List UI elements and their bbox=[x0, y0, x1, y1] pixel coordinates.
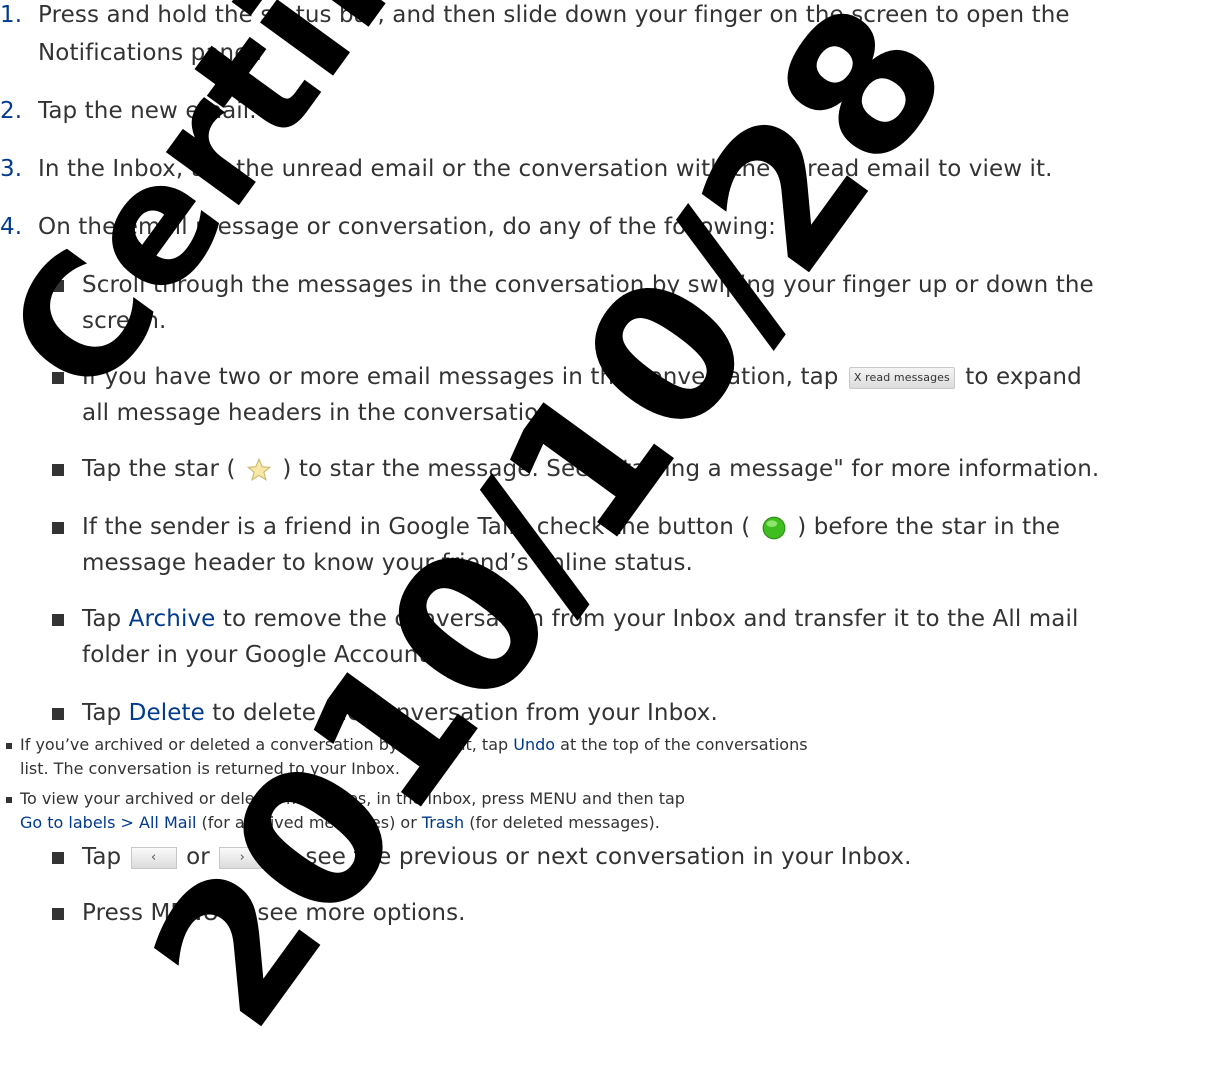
bullet-online-status-continuation: message header to know your friend’s onl… bbox=[82, 546, 693, 580]
bullet-icon bbox=[52, 907, 64, 920]
bullet-icon bbox=[52, 851, 64, 864]
bullet-archive: Tap Archive to remove the conversation f… bbox=[52, 602, 1078, 636]
bullet-delete: Tap Delete to delete the conversation fr… bbox=[52, 696, 718, 730]
note-text: at the top of the conversations bbox=[560, 735, 808, 754]
bullet-icon bbox=[52, 463, 64, 476]
note-text: (for deleted messages). bbox=[469, 813, 660, 832]
bullet-icon bbox=[52, 613, 64, 626]
note-text: list. The conversation is returned to yo… bbox=[20, 759, 400, 778]
bullet-text: If you have two or more email messages i… bbox=[82, 364, 839, 390]
note-labels: To view your archived or deleted message… bbox=[6, 787, 685, 811]
bullet-text: to expand bbox=[965, 364, 1082, 390]
bullet-navigate: Tap ‹ or › to see the previous or next c… bbox=[52, 840, 911, 874]
bullet-text: If the sender is a friend in Google Talk… bbox=[82, 514, 751, 540]
bullet-text: to delete the conversation from your Inb… bbox=[212, 700, 718, 726]
bullet-text: Tap bbox=[82, 606, 122, 632]
archive-keyword: Archive bbox=[128, 606, 216, 632]
note-labels-continuation: Go to labels > All Mail (for archived me… bbox=[20, 811, 660, 835]
step-2: 2. Tap the new email. bbox=[0, 94, 257, 128]
note-undo-continuation: list. The conversation is returned to yo… bbox=[20, 757, 400, 781]
bullet-text: ) before the star in the bbox=[797, 514, 1061, 540]
bullet-text: message header to know your friend’s onl… bbox=[82, 550, 693, 576]
step-text: Tap the new email. bbox=[38, 98, 257, 124]
trash-keyword: Trash bbox=[421, 813, 465, 832]
note-undo: If you’ve archived or deleted a conversa… bbox=[6, 733, 808, 757]
bullet-text: ) to star the message. See "Starring a m… bbox=[282, 456, 1100, 482]
step-text: In the Inbox, tap the unread email or th… bbox=[38, 156, 1053, 182]
undo-keyword: Undo bbox=[513, 735, 556, 754]
bullet-expand: If you have two or more email messages i… bbox=[52, 360, 1082, 394]
bullet-text: folder in your Google Account. bbox=[82, 642, 435, 668]
delete-keyword: Delete bbox=[128, 700, 205, 726]
bullet-icon bbox=[52, 279, 64, 292]
step-number: 3. bbox=[0, 156, 23, 182]
step-number: 2. bbox=[0, 98, 23, 124]
step-3: 3. In the Inbox, tap the unread email or … bbox=[0, 152, 1053, 186]
bullet-star: Tap the star ( ) to star the message. Se… bbox=[52, 452, 1099, 486]
step-number: 4. bbox=[0, 214, 23, 240]
document-page: 1. Press and hold the status bar, and the… bbox=[0, 0, 1228, 1065]
bullet-scroll: Scroll through the messages in the conve… bbox=[52, 268, 1094, 302]
bullet-online-status: If the sender is a friend in Google Talk… bbox=[52, 510, 1060, 544]
previous-conversation-button[interactable]: ‹ bbox=[130, 846, 177, 869]
bullet-text: or bbox=[186, 844, 210, 870]
bullet-text: Scroll through the messages in the conve… bbox=[82, 272, 1094, 298]
step-4: 4. On the email message or conversation, … bbox=[0, 210, 776, 244]
bullet-icon bbox=[52, 707, 64, 720]
bullet-menu: Press MENU to see more options. bbox=[52, 896, 466, 930]
bullet-text: all message headers in the conversation. bbox=[82, 400, 561, 426]
bullet-icon bbox=[6, 796, 12, 803]
bullet-expand-continuation: all message headers in the conversation. bbox=[82, 396, 560, 430]
step-text: Notifications panel. bbox=[38, 40, 263, 66]
note-text: (for archived messages) or bbox=[201, 813, 417, 832]
note-text: To view your archived or deleted message… bbox=[20, 789, 685, 808]
step-text: On the email message or conversation, do… bbox=[38, 214, 777, 240]
step-1: 1. Press and hold the status bar, and the… bbox=[0, 0, 1070, 32]
step-text: Press and hold the status bar, and then … bbox=[38, 2, 1070, 28]
go-to-labels-keyword: Go to labels > All Mail bbox=[20, 813, 197, 832]
read-messages-button[interactable]: X read messages bbox=[848, 366, 955, 389]
bullet-archive-continuation: folder in your Google Account. bbox=[82, 638, 435, 672]
bullet-text: Press MENU to see more options. bbox=[82, 900, 466, 926]
next-conversation-button[interactable]: › bbox=[219, 846, 266, 869]
bullet-text: Tap the star ( bbox=[82, 456, 236, 482]
bullet-icon bbox=[52, 371, 64, 384]
bullet-icon bbox=[6, 742, 12, 749]
bullet-text: Tap bbox=[82, 700, 122, 726]
online-status-icon[interactable] bbox=[761, 515, 787, 541]
bullet-text: screen. bbox=[82, 308, 167, 334]
bullet-icon bbox=[52, 521, 64, 534]
note-text: If you’ve archived or deleted a conversa… bbox=[20, 735, 509, 754]
bullet-text: to remove the conversation from your Inb… bbox=[222, 606, 1079, 632]
step-number: 1. bbox=[0, 2, 23, 28]
bullet-text: Tap bbox=[82, 844, 122, 870]
bullet-text: to see the previous or next conversation… bbox=[274, 844, 912, 870]
step-1-continuation: Notifications panel. bbox=[38, 36, 262, 70]
star-icon[interactable] bbox=[246, 457, 272, 483]
bullet-scroll-continuation: screen. bbox=[82, 304, 166, 338]
